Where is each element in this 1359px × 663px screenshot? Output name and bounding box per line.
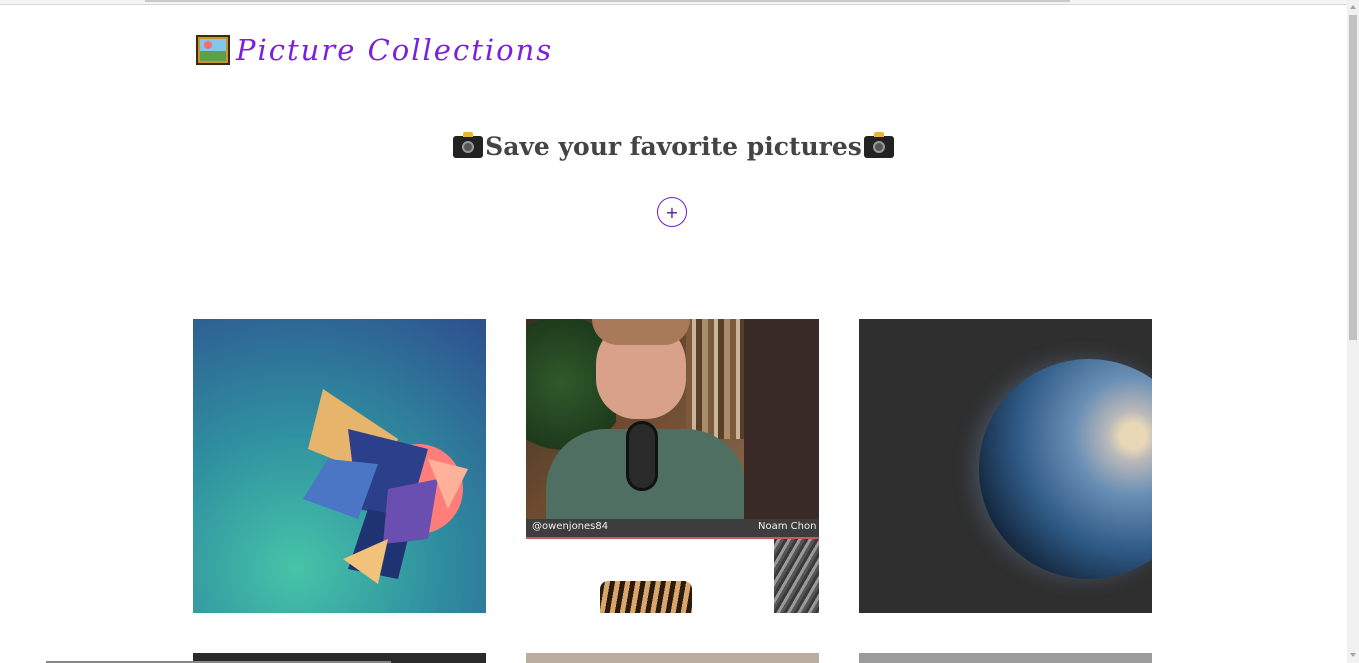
headline-text: Save your favorite pictures <box>485 132 862 161</box>
vertical-scrollbar-thumb[interactable] <box>1349 15 1357 340</box>
gallery-card-earth[interactable] <box>859 319 1152 613</box>
top-edge <box>0 0 1347 5</box>
brand[interactable]: Picture Collections <box>196 33 553 67</box>
site-title: Picture Collections <box>236 33 554 67</box>
collage-strip <box>774 539 819 613</box>
camera-icon <box>863 131 894 158</box>
earth-image <box>979 359 1152 579</box>
video-still-image <box>526 319 819 537</box>
vertical-scrollbar[interactable] <box>1347 0 1359 663</box>
scroll-down-arrow-icon[interactable] <box>1347 649 1359 661</box>
zebra-thumbnail <box>600 581 692 613</box>
caption-left: @owenjones84 <box>532 521 609 532</box>
framed-picture-icon <box>196 35 230 65</box>
camera-icon <box>453 131 484 158</box>
gallery-card-row2-2[interactable] <box>526 653 819 663</box>
gallery-card-video-still[interactable]: @owenjones84 Noam Chon <box>526 319 819 613</box>
caption-right: Noam Chon <box>758 521 817 532</box>
gallery-card-abstract[interactable] <box>193 319 486 613</box>
add-picture-button[interactable]: + <box>657 197 687 227</box>
page-headline: Save your favorite pictures <box>0 131 1347 161</box>
gallery-card-row2-3[interactable] <box>859 653 1152 663</box>
scroll-up-arrow-icon[interactable] <box>1347 2 1359 14</box>
abstract-art-image <box>303 389 468 584</box>
horizontal-scrollbar-thumb[interactable] <box>145 0 1070 2</box>
